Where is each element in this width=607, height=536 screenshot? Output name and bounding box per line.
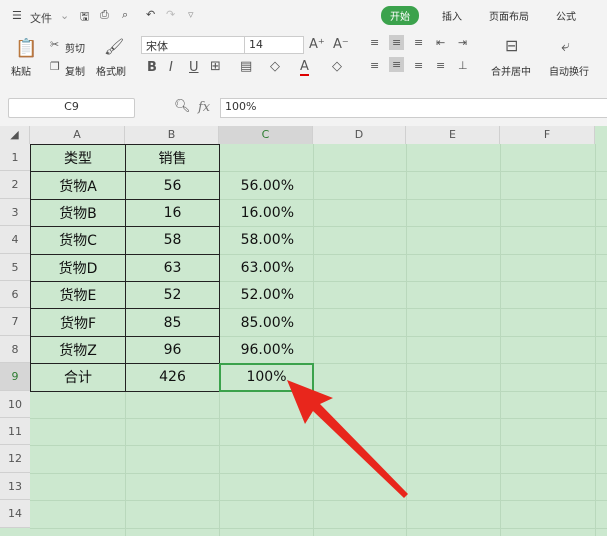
annotation-arrow	[287, 380, 408, 498]
arrow-icon	[287, 380, 408, 498]
